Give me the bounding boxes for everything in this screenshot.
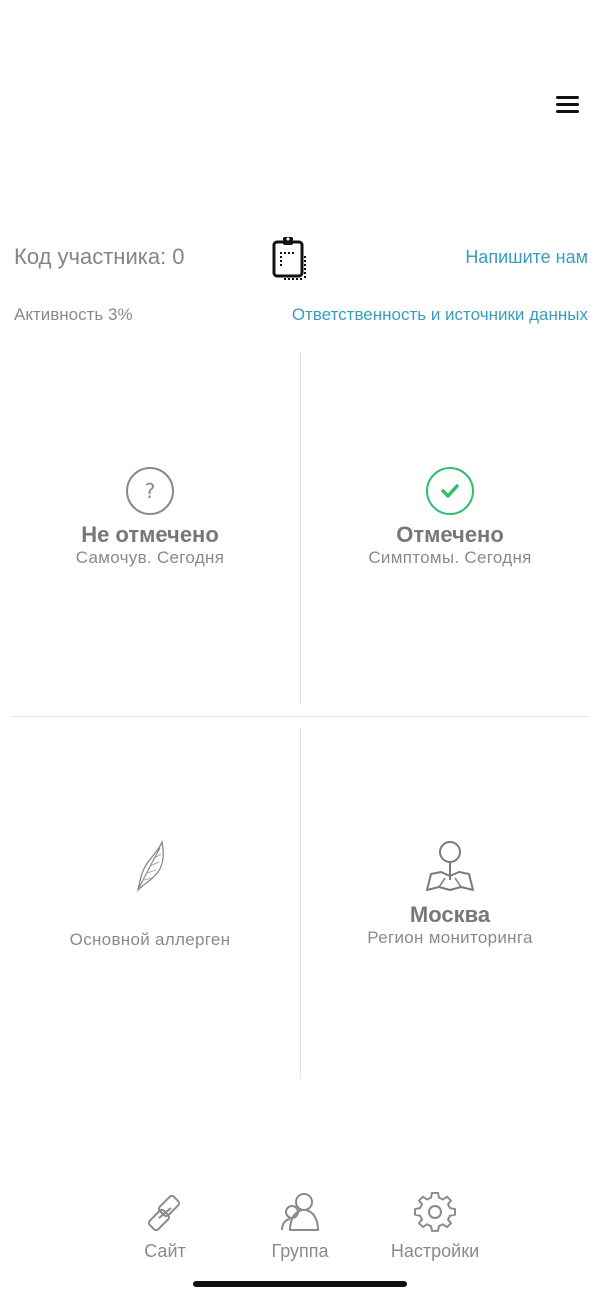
allergen-tile[interactable]: Основной аллерген	[5, 840, 295, 950]
tab-site[interactable]: Сайт	[100, 1192, 230, 1262]
gear-icon	[414, 1191, 456, 1232]
activity-label: Активность 3%	[14, 305, 133, 324]
symptoms-caption: Симптомы. Сегодня	[368, 548, 532, 567]
tab-settings-label: Настройки	[390, 1241, 480, 1261]
vertical-divider	[300, 727, 301, 1079]
symptoms-status: Отмечено	[396, 522, 504, 547]
menu-button[interactable]	[550, 90, 584, 118]
map-pin-icon	[426, 841, 474, 891]
tab-group-label: Группа	[271, 1241, 329, 1261]
allergen-caption: Основной аллерген	[69, 930, 231, 949]
leaf-icon	[136, 840, 164, 892]
write-us-link[interactable]: Напишите нам	[465, 247, 588, 268]
region-tile[interactable]: Москва Регион мониторинга	[305, 840, 595, 948]
tab-settings[interactable]: Настройки	[370, 1191, 500, 1262]
svg-text:?: ?	[145, 479, 156, 503]
wellbeing-status: Не отмечено	[81, 522, 219, 547]
wellbeing-tile[interactable]: ? Не отмечено Самочув. Сегодня	[5, 466, 295, 568]
link-icon	[147, 1194, 181, 1232]
horizontal-divider	[11, 716, 589, 717]
responsibility-link[interactable]: Ответственность и источники данных	[292, 305, 588, 325]
tab-group[interactable]: Группа	[235, 1192, 365, 1262]
tab-site-label: Сайт	[144, 1241, 186, 1261]
region-caption: Регион мониторинга	[367, 928, 533, 947]
region-value: Москва	[409, 902, 491, 927]
question-icon: ?	[126, 467, 174, 515]
check-circle-icon	[426, 467, 474, 515]
symptoms-tile[interactable]: Отмечено Симптомы. Сегодня	[305, 466, 595, 568]
group-icon	[281, 1193, 320, 1231]
wellbeing-caption: Самочув. Сегодня	[75, 548, 225, 567]
home-indicator	[193, 1281, 407, 1287]
clipboard-icon[interactable]	[270, 234, 312, 282]
participant-code: Код участника: 0	[14, 244, 185, 269]
vertical-divider	[300, 352, 301, 704]
